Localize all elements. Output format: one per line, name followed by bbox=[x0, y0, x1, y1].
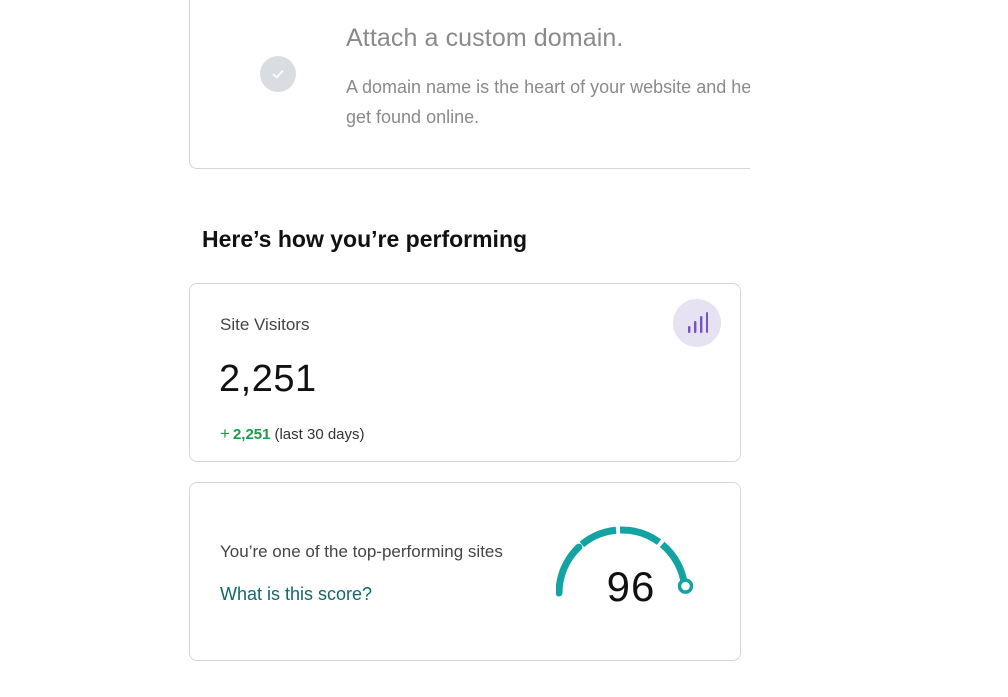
performance-heading: Here’s how you’re performing bbox=[202, 226, 528, 252]
domain-step-title: Attach a custom domain. bbox=[346, 24, 624, 52]
site-visitors-value: 2,251 bbox=[219, 358, 317, 400]
score-value: 96 bbox=[606, 563, 656, 610]
change-value: 2,251 bbox=[232, 426, 271, 443]
domain-step-description-line2: get found online. bbox=[346, 107, 480, 127]
domain-step-card[interactable]: Attach a custom domain. A domain name is… bbox=[189, 0, 750, 169]
score-description: You’re one of the top-performing sites bbox=[220, 542, 503, 561]
site-visitors-card[interactable]: Site Visitors 2,251 +2,251 (last 30 days) bbox=[189, 283, 741, 462]
domain-step-description: A domain name is the heart of your websi… bbox=[346, 72, 750, 132]
gauge-segment bbox=[579, 526, 617, 548]
page: Attach a custom domain. A domain name is… bbox=[0, 0, 1008, 697]
site-visitors-label: Site Visitors bbox=[220, 315, 310, 334]
bar-chart-icon bbox=[673, 299, 721, 347]
change-plus-sign: + bbox=[220, 424, 230, 443]
check-icon bbox=[260, 56, 296, 92]
site-visitors-change: +2,251 (last 30 days) bbox=[220, 424, 365, 444]
what-is-score-link[interactable]: What is this score? bbox=[220, 584, 372, 605]
gauge-segment bbox=[619, 526, 662, 545]
change-period: (last 30 days) bbox=[274, 426, 365, 443]
performance-score-card: You’re one of the top-performing sites W… bbox=[189, 482, 741, 661]
domain-step-description-line1: A domain name is the heart of your websi… bbox=[346, 77, 750, 97]
